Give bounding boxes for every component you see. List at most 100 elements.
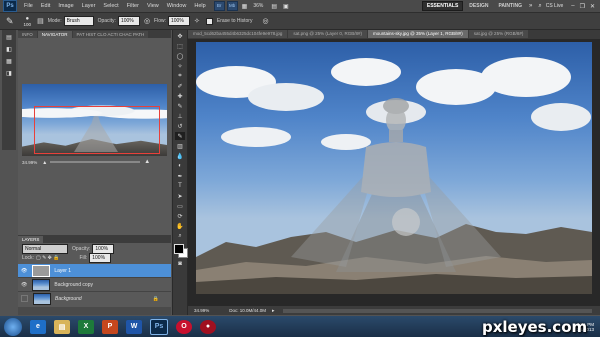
layer-row[interactable]: 👁 Layer 1 bbox=[18, 264, 171, 277]
status-arrow-icon[interactable]: ▸ bbox=[272, 308, 275, 314]
doc-tab[interactable]: sat.png @ 25% (Layer 0, RGB/8#) bbox=[288, 30, 367, 38]
excel-icon[interactable]: X bbox=[78, 319, 94, 334]
path-select-tool-icon[interactable]: ➤ bbox=[175, 192, 185, 200]
healing-tool-icon[interactable]: ✚ bbox=[175, 92, 185, 100]
menu-view[interactable]: View bbox=[143, 3, 163, 9]
navigator-view-box[interactable] bbox=[34, 106, 160, 154]
workspace-overflow-icon[interactable]: » bbox=[529, 3, 532, 9]
dodge-tool-icon[interactable]: ◐ bbox=[175, 162, 185, 170]
zoom-tool-icon[interactable]: ⌕ bbox=[175, 232, 185, 240]
pressure-size-icon[interactable]: ◎ bbox=[262, 17, 268, 25]
zoom-in-icon[interactable]: ▲ bbox=[144, 159, 150, 165]
navigator-preview[interactable] bbox=[22, 84, 167, 156]
lock-icons[interactable]: ▢ ✎ ✥ 🔒 bbox=[36, 255, 60, 261]
hand-tool-icon[interactable]: ✋ bbox=[175, 222, 185, 230]
menu-file[interactable]: File bbox=[20, 3, 37, 9]
close-icon[interactable]: ✕ bbox=[590, 3, 595, 10]
marquee-tool-icon[interactable]: ⬚ bbox=[175, 42, 185, 50]
layer-name[interactable]: Background copy bbox=[54, 282, 93, 288]
workspace-design[interactable]: DESIGN bbox=[465, 2, 492, 10]
media-app-icon[interactable]: ● bbox=[200, 319, 216, 334]
file-explorer-icon[interactable]: ▤ bbox=[54, 319, 70, 334]
history-brush-tool-icon[interactable]: ↺ bbox=[175, 122, 185, 130]
status-doc-size[interactable]: Doc: 10.0M/44.0M bbox=[229, 308, 266, 313]
erase-to-history-checkbox[interactable] bbox=[205, 17, 213, 25]
shape-tool-icon[interactable]: ▭ bbox=[175, 202, 185, 210]
tab-other-panels[interactable]: PAT HIST CLO ACTI CHAC PATH bbox=[72, 31, 149, 38]
eye-hidden-slot[interactable] bbox=[21, 295, 28, 302]
layer-name[interactable]: Layer 1 bbox=[54, 268, 71, 274]
lasso-tool-icon[interactable]: ◯ bbox=[175, 52, 185, 60]
internet-explorer-icon[interactable]: e bbox=[30, 319, 46, 334]
zoom-level[interactable]: 36% bbox=[253, 3, 263, 9]
bridge-icon[interactable]: Br bbox=[213, 1, 225, 11]
minimize-icon[interactable]: – bbox=[571, 3, 574, 9]
panel-icon[interactable]: ▦ bbox=[5, 58, 13, 66]
foreground-color[interactable] bbox=[174, 244, 184, 254]
color-swatches[interactable] bbox=[174, 244, 188, 258]
layer-name[interactable]: Background bbox=[55, 296, 82, 302]
doc-tab[interactable]: sat.jpg @ 25% (RGB/8#) bbox=[468, 30, 529, 38]
type-tool-icon[interactable]: T bbox=[175, 182, 185, 190]
flow-field[interactable]: 100% bbox=[168, 16, 190, 26]
brush-tool-icon[interactable]: ✎ bbox=[175, 102, 185, 110]
menu-select[interactable]: Select bbox=[99, 3, 122, 9]
doc-tab-active[interactable]: mountains-sky.jpg @ 35% (Layer 1, RGB/8#… bbox=[367, 30, 468, 38]
screen-mode-icon[interactable]: ▣ bbox=[283, 3, 289, 10]
cs-live-button[interactable]: CS Live bbox=[546, 3, 564, 9]
blur-tool-icon[interactable]: 💧 bbox=[175, 152, 185, 160]
tab-layers[interactable]: LAYERS bbox=[18, 236, 44, 243]
brush-preset-picker[interactable]: ● 100 bbox=[24, 16, 32, 27]
menu-window[interactable]: Window bbox=[163, 3, 191, 9]
eraser-tool-icon[interactable]: ✎ bbox=[175, 132, 185, 140]
powerpoint-icon[interactable]: P bbox=[102, 319, 118, 334]
panel-icon[interactable]: ▤ bbox=[5, 34, 13, 42]
brush-panel-icon[interactable]: ▤ bbox=[37, 17, 44, 25]
menu-image[interactable]: Image bbox=[54, 3, 77, 9]
minibridge-icon[interactable]: Mb bbox=[226, 1, 238, 11]
layer-row[interactable]: Background 🔒 bbox=[18, 291, 171, 305]
crop-tool-icon[interactable]: ⌗ bbox=[175, 72, 185, 80]
eye-icon[interactable]: 👁 bbox=[21, 282, 27, 288]
zoom-out-icon[interactable]: ▴ bbox=[43, 159, 46, 166]
navigator-zoom-value[interactable]: 34.99% bbox=[22, 160, 37, 165]
opacity-field[interactable]: 100% bbox=[117, 16, 140, 26]
eraser-tool-icon[interactable]: ✎ bbox=[6, 16, 14, 27]
workspace-essentials[interactable]: ESSENTIALS bbox=[421, 1, 464, 11]
doc-tab[interactable]: mod_5cd62ba455d4b6325dc104fe9e978.jpg bbox=[188, 30, 288, 38]
opera-icon[interactable]: O bbox=[176, 319, 192, 334]
photoshop-taskbar-icon[interactable]: Ps bbox=[150, 318, 168, 335]
gradient-tool-icon[interactable]: ▥ bbox=[175, 142, 185, 150]
horizontal-scrollbar[interactable] bbox=[282, 308, 592, 313]
panel-icon[interactable]: ◨ bbox=[5, 70, 13, 78]
restore-icon[interactable]: ❐ bbox=[580, 3, 585, 10]
word-icon[interactable]: W bbox=[126, 319, 142, 334]
layer-row[interactable]: 👁 Background copy bbox=[18, 277, 171, 291]
quick-select-tool-icon[interactable]: ✧ bbox=[175, 62, 185, 70]
start-button[interactable] bbox=[4, 317, 22, 336]
3d-rotate-tool-icon[interactable]: ⟳ bbox=[175, 212, 185, 220]
clone-stamp-tool-icon[interactable]: ⊥ bbox=[175, 112, 185, 120]
zoom-slider[interactable] bbox=[50, 161, 141, 163]
tab-navigator[interactable]: NAVIGATOR bbox=[37, 31, 72, 38]
eyedropper-tool-icon[interactable]: ✐ bbox=[175, 82, 185, 90]
view-extras-icon[interactable]: ▦ bbox=[242, 3, 248, 10]
pressure-opacity-icon[interactable]: ◎ bbox=[144, 17, 150, 25]
menu-filter[interactable]: Filter bbox=[123, 3, 143, 9]
tab-info[interactable]: INFO bbox=[18, 31, 37, 38]
search-icon[interactable]: ⌕ bbox=[538, 3, 541, 10]
mode-select[interactable]: Brush bbox=[63, 16, 94, 26]
menu-edit[interactable]: Edit bbox=[37, 3, 54, 9]
status-zoom[interactable]: 34.99% bbox=[194, 308, 209, 313]
canvas[interactable] bbox=[196, 42, 592, 294]
arrange-docs-icon[interactable]: ▤ bbox=[271, 3, 277, 10]
move-tool-icon[interactable]: ✥ bbox=[175, 32, 185, 40]
panel-icon[interactable]: ◧ bbox=[5, 46, 13, 54]
pen-tool-icon[interactable]: ✒ bbox=[175, 172, 185, 180]
airbrush-icon[interactable]: ✧ bbox=[194, 17, 200, 25]
eye-icon[interactable]: 👁 bbox=[21, 268, 27, 274]
menu-help[interactable]: Help bbox=[190, 3, 209, 9]
menu-layer[interactable]: Layer bbox=[78, 3, 100, 9]
workspace-painting[interactable]: PAINTING bbox=[494, 2, 526, 10]
quick-mask-icon[interactable]: ◙ bbox=[175, 260, 185, 268]
